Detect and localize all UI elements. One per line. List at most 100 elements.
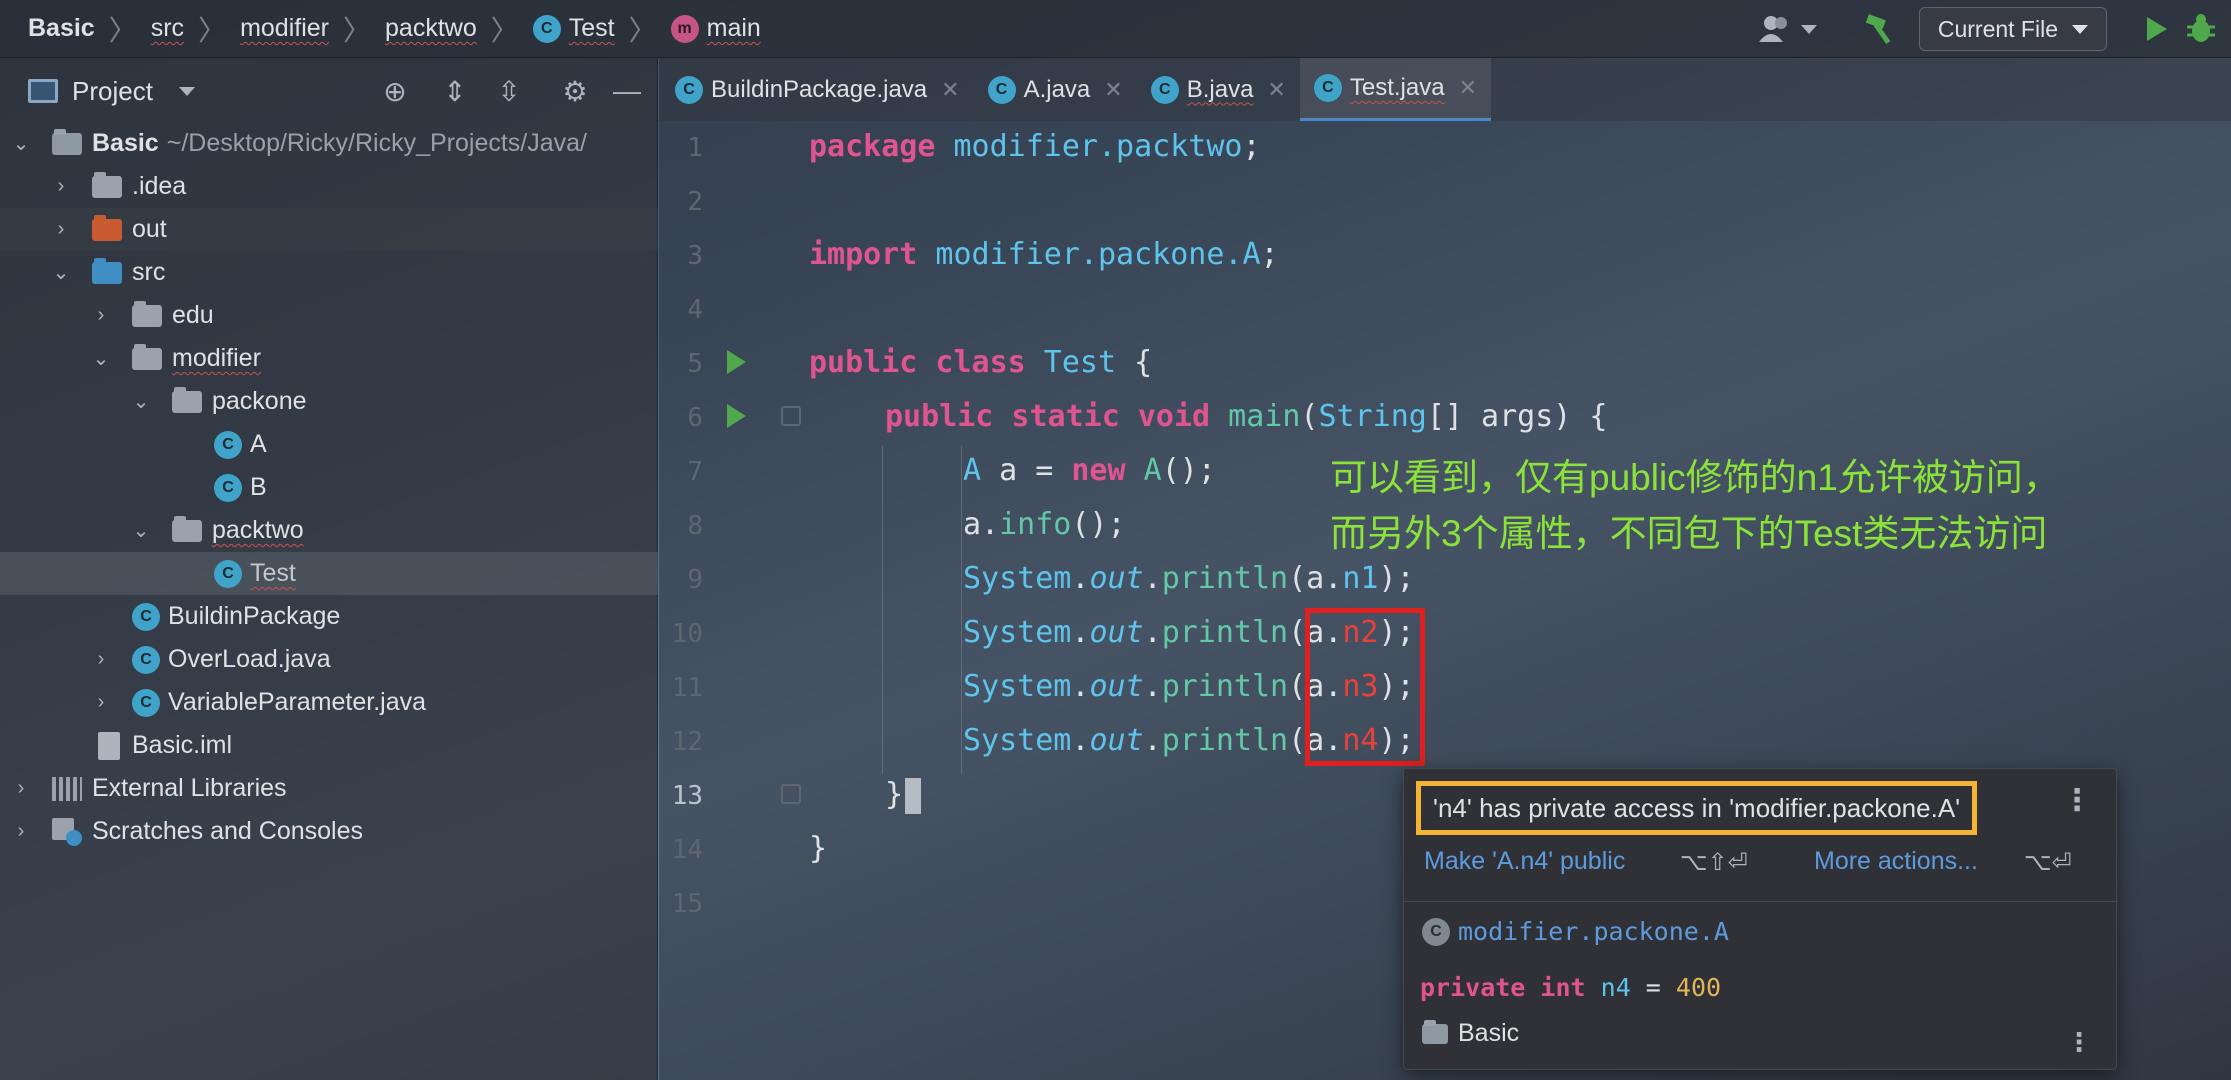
tree-item-test[interactable]: C Test (0, 552, 658, 595)
chevron-right-icon: › (17, 820, 25, 842)
tree-item-src[interactable]: ⌄ src (0, 251, 658, 294)
make-public-action[interactable]: Make 'A.n4' public (1424, 847, 1625, 876)
debug-icon[interactable] (2185, 13, 2217, 45)
tab-buildinpackage[interactable]: C BuildinPackage.java ✕ (659, 58, 974, 121)
line-number: 2 (687, 187, 703, 217)
fold-icon[interactable] (781, 406, 801, 426)
tree-item-packtwo[interactable]: ⌄ packtwo (0, 509, 658, 552)
close-icon[interactable]: ✕ (1104, 77, 1122, 103)
run-gutter-icon[interactable] (727, 404, 746, 428)
breadcrumb-packtwo[interactable]: packtwo (385, 14, 477, 43)
tree-item-label: packone (212, 387, 307, 415)
indent-guide (961, 446, 962, 774)
module-folder-icon (52, 128, 82, 155)
line-number: 14 (671, 835, 703, 865)
chevron-right-icon: › (97, 691, 105, 713)
breadcrumb-test[interactable]: Test (569, 14, 615, 43)
tab-test-java[interactable]: C Test.java ✕ (1299, 58, 1492, 121)
declaration-class[interactable]: C modifier.packone.A (1422, 917, 1729, 946)
runnable-class-icon: C (132, 602, 160, 631)
project-pane-title[interactable]: Project (72, 76, 153, 107)
user-icon[interactable] (1758, 14, 1817, 44)
package-icon (132, 300, 162, 327)
breadcrumb-src[interactable]: src (151, 14, 184, 43)
chevron-right-icon: › (57, 218, 65, 240)
run-gutter-icon[interactable] (727, 350, 746, 374)
tree-item-scratches[interactable]: › Scratches and Consoles (0, 810, 658, 853)
tab-a-java[interactable]: C A.java ✕ (974, 58, 1137, 121)
popup-divider (1404, 901, 2118, 902)
tree-item-external-libraries[interactable]: › External Libraries (0, 767, 658, 810)
chevron-right-icon: › (97, 304, 105, 326)
run-configuration-dropdown[interactable]: Current File (1918, 7, 2107, 51)
tab-b-java[interactable]: C B.java ✕ (1137, 58, 1300, 121)
line-number: 12 (671, 727, 703, 757)
chevron-down-icon: ⌄ (12, 133, 30, 155)
tree-item-label: OverLoad.java (168, 645, 331, 673)
fold-icon[interactable] (781, 784, 801, 804)
editor-tab-bar: C BuildinPackage.java ✕ C A.java ✕ C B.j… (659, 58, 2231, 121)
tree-item-label: VariableParameter.java (168, 688, 427, 716)
line-number: 11 (671, 673, 703, 703)
tree-item-variableparameter[interactable]: › C VariableParameter.java (0, 681, 658, 724)
run-icon[interactable] (2147, 17, 2167, 41)
close-icon[interactable]: ✕ (1267, 77, 1285, 103)
tree-item-overload[interactable]: › C OverLoad.java (0, 638, 658, 681)
close-icon[interactable]: ✕ (941, 77, 959, 103)
chevron-down-icon[interactable] (178, 86, 195, 96)
code-line-13: } (885, 777, 922, 814)
tree-item-edu[interactable]: › edu (0, 294, 658, 337)
tree-item-label: Test (250, 559, 296, 587)
hide-icon[interactable]: — (605, 69, 649, 113)
more-options-icon[interactable]: ⋮ (2062, 783, 2092, 818)
runnable-class-icon: C (675, 75, 703, 104)
text-caret (905, 777, 922, 814)
collapse-all-icon[interactable]: ⇳ (487, 69, 531, 113)
more-actions-shortcut: ⌥⏎ (2024, 849, 2072, 876)
tree-item-buildinpackage[interactable]: C BuildinPackage (0, 595, 658, 638)
scratches-icon (52, 817, 82, 846)
breadcrumb-separator-icon: 〉 (343, 14, 372, 46)
class-icon: C (987, 75, 1016, 104)
line-number-current: 13 (671, 781, 703, 811)
make-public-shortcut: ⌥⇧⏎ (1680, 849, 1748, 876)
tree-item-label: Basic.iml (132, 731, 233, 759)
code-line-3: import modifier.packone.A; (809, 237, 1279, 272)
tree-item-label: Scratches and Consoles (92, 817, 363, 845)
run-configuration-label: Current File (1937, 15, 2058, 42)
project-window-icon (28, 79, 58, 103)
expand-all-icon[interactable]: ⇕ (433, 69, 477, 113)
class-icon: C (214, 473, 242, 502)
tree-item-label: External Libraries (92, 774, 287, 802)
breadcrumb-project[interactable]: Basic (28, 14, 95, 43)
tree-item-class-a[interactable]: C A (0, 423, 658, 466)
class-icon: C (214, 430, 242, 459)
breadcrumb-modifier[interactable]: modifier (240, 14, 329, 43)
line-number: 8 (687, 511, 703, 541)
breadcrumb-separator-icon: 〉 (490, 14, 519, 46)
tree-item-path: ~/Desktop/Ricky/Ricky_Projects/Java/ (166, 129, 587, 157)
tree-item-packone[interactable]: ⌄ packone (0, 380, 658, 423)
tree-item-basic[interactable]: ⌄ Basic ~/Desktop/Ricky/Ricky_Projects/J… (0, 122, 658, 165)
tree-item-label: A (250, 430, 267, 458)
tab-label: A.java (1023, 75, 1091, 103)
tree-item-basic-iml[interactable]: Basic.iml (0, 724, 658, 767)
tree-item-label: edu (172, 301, 214, 329)
class-icon: C (1422, 917, 1450, 946)
more-options-icon[interactable]: ⋮ (2066, 1027, 2092, 1058)
gear-icon[interactable]: ⚙ (553, 69, 597, 113)
project-pane-header: Project ⊕ ⇕ ⇳ ⚙ — (0, 58, 657, 124)
close-icon[interactable]: ✕ (1459, 75, 1477, 101)
tree-item-modifier[interactable]: ⌄ modifier (0, 337, 658, 380)
runnable-class-icon: C (1313, 74, 1342, 102)
breadcrumb-main[interactable]: main (707, 14, 761, 43)
tree-item-out[interactable]: › out (0, 208, 658, 251)
hammer-icon[interactable] (1863, 13, 1897, 45)
locate-icon[interactable]: ⊕ (373, 69, 417, 113)
tree-item-label: BuildinPackage (168, 602, 341, 630)
tab-label: B.java (1186, 75, 1254, 103)
tree-item-idea[interactable]: › .idea (0, 165, 658, 208)
tree-item-class-b[interactable]: C B (0, 466, 658, 509)
tree-item-label: out (132, 215, 167, 243)
more-actions-link[interactable]: More actions... (1814, 847, 1978, 876)
